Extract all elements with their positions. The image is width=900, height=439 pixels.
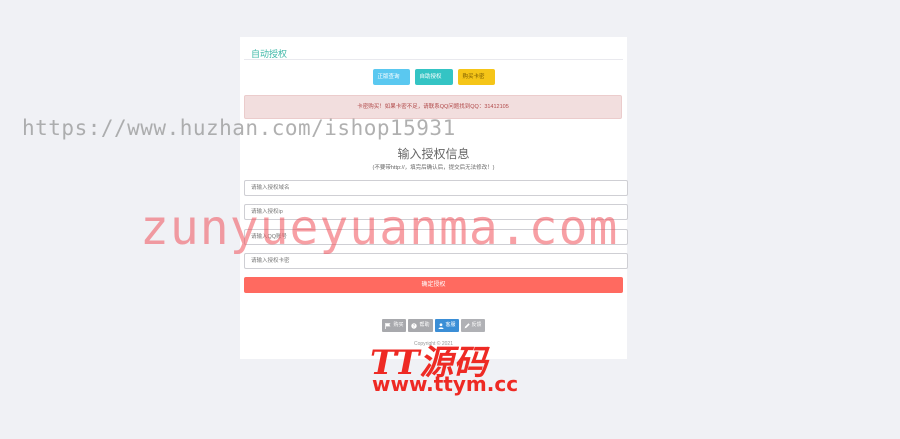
submit-button[interactable]: 确定授权 (244, 277, 623, 293)
page: 自动授权 正版查询 自助授权 购买卡密 卡密购买！如果卡密不足，请联系QQ问题找… (0, 0, 900, 439)
footer-help-button[interactable]: ? 帮助 (408, 319, 433, 332)
footer-feedback-button[interactable]: 反馈 (460, 319, 485, 332)
pencil-icon (464, 322, 470, 328)
flag-icon (385, 322, 391, 329)
url-watermark: https://www.huzhan.com/ishop15931 (22, 116, 456, 140)
question-icon: ? (411, 322, 418, 329)
footer-buy-label: 购买 (393, 322, 404, 328)
user-icon (437, 322, 444, 329)
title-divider (244, 59, 623, 60)
query-button[interactable]: 正版查询 (372, 69, 410, 85)
section-subtitle: (不要带http://，填完后确认后，提交后无法修改！) (372, 165, 495, 171)
buy-key-button[interactable]: 购买卡密 (457, 69, 495, 85)
footer-help-label: 帮助 (419, 322, 430, 328)
site-watermark: zunyueyuanma.com (140, 200, 619, 256)
top-button-row: 正版查询 自助授权 购买卡密 (240, 69, 627, 85)
footer-button-row: 购买 ? 帮助 客服 反馈 (240, 319, 627, 332)
auth-card: 自动授权 正版查询 自助授权 购买卡密 卡密购买！如果卡密不足，请联系QQ问题找… (240, 37, 628, 359)
footer-service-button[interactable]: 客服 (434, 319, 459, 332)
footer-feedback-label: 反馈 (471, 322, 482, 328)
svg-text:?: ? (413, 323, 415, 328)
section-title: 输入授权信息 (397, 147, 470, 161)
domain-input[interactable] (244, 180, 628, 196)
footer-service-label: 客服 (445, 322, 456, 328)
logo-site-watermark: www.ttym.cc (372, 372, 519, 396)
self-auth-button[interactable]: 自助授权 (414, 69, 453, 85)
footer-buy-button[interactable]: 购买 (382, 319, 407, 332)
